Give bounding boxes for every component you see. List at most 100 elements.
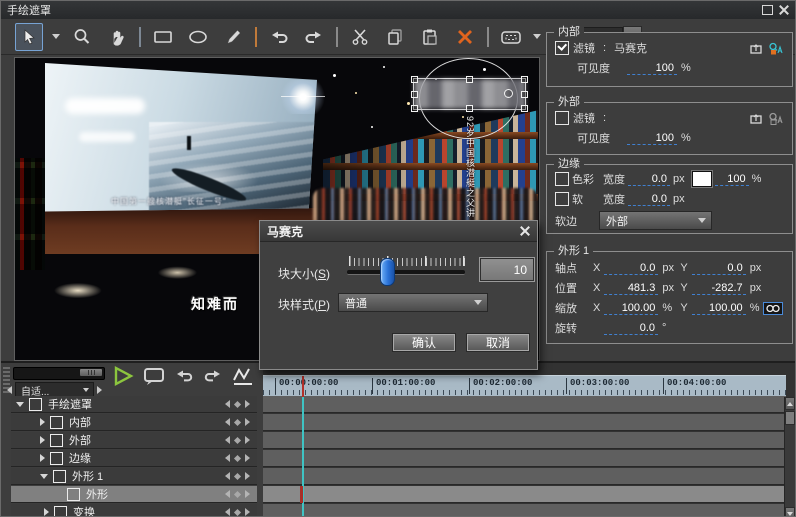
edge-soft-checkbox[interactable] bbox=[555, 192, 569, 206]
scroll-left-icon[interactable] bbox=[7, 386, 12, 394]
dialog-close-icon[interactable] bbox=[520, 226, 530, 236]
next-keyframe-icon[interactable] bbox=[245, 418, 250, 426]
timeline-zoom-slider[interactable] bbox=[13, 367, 105, 380]
track-checkbox[interactable] bbox=[67, 488, 80, 501]
expand-icon[interactable] bbox=[40, 454, 45, 462]
handle-top-mid[interactable] bbox=[466, 76, 473, 83]
close-icon[interactable] bbox=[779, 5, 789, 15]
track-checkbox[interactable] bbox=[53, 470, 66, 483]
prev-keyframe-icon[interactable] bbox=[225, 400, 230, 408]
edge-color-opacity-value[interactable]: 100 bbox=[715, 173, 749, 186]
collapse-icon[interactable] bbox=[40, 474, 48, 479]
track-header-shape[interactable]: 外形 bbox=[11, 486, 257, 503]
softedge-dropdown[interactable]: 外部 bbox=[599, 211, 712, 230]
prev-keyframe-icon[interactable] bbox=[225, 508, 230, 516]
confirm-button[interactable]: 确认 bbox=[392, 333, 456, 352]
track-header-outer[interactable]: 外部 bbox=[11, 432, 257, 449]
track-lane[interactable] bbox=[263, 450, 786, 467]
edge-color-swatch[interactable] bbox=[692, 171, 712, 187]
position-x-value[interactable]: 481.3 bbox=[604, 282, 658, 295]
handle-bottom-mid[interactable] bbox=[466, 105, 473, 112]
delete-button[interactable] bbox=[452, 24, 478, 50]
block-size-slider-track[interactable] bbox=[347, 270, 465, 275]
add-keyframe-icon[interactable] bbox=[234, 472, 241, 479]
add-keyframe-icon[interactable] bbox=[234, 400, 241, 407]
expand-icon[interactable] bbox=[40, 436, 45, 444]
next-keyframe-icon[interactable] bbox=[245, 490, 250, 498]
track-lane-selected[interactable] bbox=[263, 486, 786, 503]
add-keyframe-icon[interactable] bbox=[234, 454, 241, 461]
curve-editor-button[interactable] bbox=[231, 364, 255, 388]
collapse-icon[interactable] bbox=[16, 402, 24, 407]
select-tool-caret-icon[interactable] bbox=[52, 34, 60, 39]
vertical-scrollbar[interactable] bbox=[784, 397, 795, 517]
selected-keyframe-marker[interactable] bbox=[300, 486, 303, 503]
rectangle-tool-button[interactable] bbox=[150, 24, 176, 50]
add-keyframe-icon[interactable] bbox=[234, 508, 241, 515]
track-checkbox[interactable] bbox=[50, 452, 63, 465]
handle-bottom-right[interactable] bbox=[521, 105, 528, 112]
redo-button[interactable] bbox=[301, 24, 327, 50]
copy-button[interactable] bbox=[382, 24, 408, 50]
link-xy-icon[interactable] bbox=[763, 302, 783, 315]
undo-button[interactable] bbox=[266, 24, 292, 50]
cancel-button[interactable]: 取消 bbox=[466, 333, 530, 352]
cut-button[interactable] bbox=[347, 24, 373, 50]
block-style-dropdown[interactable]: 普通 bbox=[338, 293, 488, 312]
redo-keyframe-button[interactable] bbox=[202, 365, 224, 387]
inner-filter-name[interactable]: 马赛克 bbox=[614, 40, 647, 56]
inner-filter-checkbox[interactable] bbox=[555, 41, 569, 55]
edit-filter-icon[interactable] bbox=[749, 112, 764, 125]
undo-keyframe-button[interactable] bbox=[173, 365, 195, 387]
handle-top-right[interactable] bbox=[521, 76, 528, 83]
pen-tool-button[interactable] bbox=[220, 24, 246, 50]
edge-color-checkbox[interactable] bbox=[555, 172, 569, 186]
scroll-right-icon[interactable] bbox=[97, 386, 102, 394]
next-keyframe-icon[interactable] bbox=[245, 400, 250, 408]
add-keyframe-icon[interactable] bbox=[234, 436, 241, 443]
track-lane[interactable] bbox=[263, 414, 786, 431]
maximize-icon[interactable] bbox=[762, 5, 773, 15]
play-button[interactable] bbox=[111, 364, 135, 388]
edge-color-width-value[interactable]: 0.0 bbox=[628, 173, 670, 186]
prev-keyframe-icon[interactable] bbox=[225, 472, 230, 480]
block-size-value-field[interactable]: 10 bbox=[480, 258, 534, 281]
scale-x-value[interactable]: 100.00 bbox=[604, 302, 658, 315]
zoom-tool-button[interactable] bbox=[69, 24, 95, 50]
next-keyframe-icon[interactable] bbox=[245, 436, 250, 444]
anchor-y-value[interactable]: 0.0 bbox=[692, 262, 746, 275]
scrollbar-thumb[interactable] bbox=[785, 411, 795, 425]
edge-soft-width-value[interactable]: 0.0 bbox=[628, 193, 670, 206]
select-tool-button[interactable] bbox=[15, 23, 43, 51]
track-lane[interactable] bbox=[263, 432, 786, 449]
handle-mid-right[interactable] bbox=[521, 91, 528, 98]
expand-icon[interactable] bbox=[44, 508, 49, 516]
outer-visibility-value[interactable]: 100 bbox=[627, 132, 677, 145]
fit-view-caret-icon[interactable] bbox=[533, 34, 541, 39]
track-checkbox[interactable] bbox=[54, 506, 67, 517]
comment-button[interactable] bbox=[142, 364, 166, 388]
next-keyframe-icon[interactable] bbox=[245, 454, 250, 462]
mask-selection-rect[interactable] bbox=[413, 78, 526, 110]
playhead-ruler[interactable] bbox=[302, 376, 304, 397]
track-checkbox[interactable] bbox=[50, 416, 63, 429]
block-size-slider-thumb[interactable] bbox=[380, 258, 395, 286]
track-lane[interactable] bbox=[263, 396, 786, 413]
prev-keyframe-icon[interactable] bbox=[225, 454, 230, 462]
track-checkbox[interactable] bbox=[29, 398, 42, 411]
edit-filter-icon[interactable] bbox=[749, 42, 764, 55]
handle-mid-left[interactable] bbox=[411, 91, 418, 98]
prev-keyframe-icon[interactable] bbox=[225, 418, 230, 426]
next-keyframe-icon[interactable] bbox=[245, 472, 250, 480]
track-header-mask[interactable]: 手绘遮罩 bbox=[11, 396, 257, 413]
timeline-ruler[interactable]: 00:00:00:00 00:01:00:00 00:02:00:00 00:0… bbox=[263, 375, 786, 397]
track-header-inner[interactable]: 内部 bbox=[11, 414, 257, 431]
rotate-handle[interactable] bbox=[504, 89, 513, 98]
next-keyframe-icon[interactable] bbox=[245, 508, 250, 516]
fit-view-button[interactable] bbox=[498, 24, 524, 50]
handle-top-left[interactable] bbox=[411, 76, 418, 83]
customize-filter-icon[interactable] bbox=[768, 112, 784, 125]
slider-grip[interactable] bbox=[80, 369, 102, 376]
paste-button[interactable] bbox=[417, 24, 443, 50]
track-header-transform[interactable]: 变换 bbox=[11, 504, 257, 517]
